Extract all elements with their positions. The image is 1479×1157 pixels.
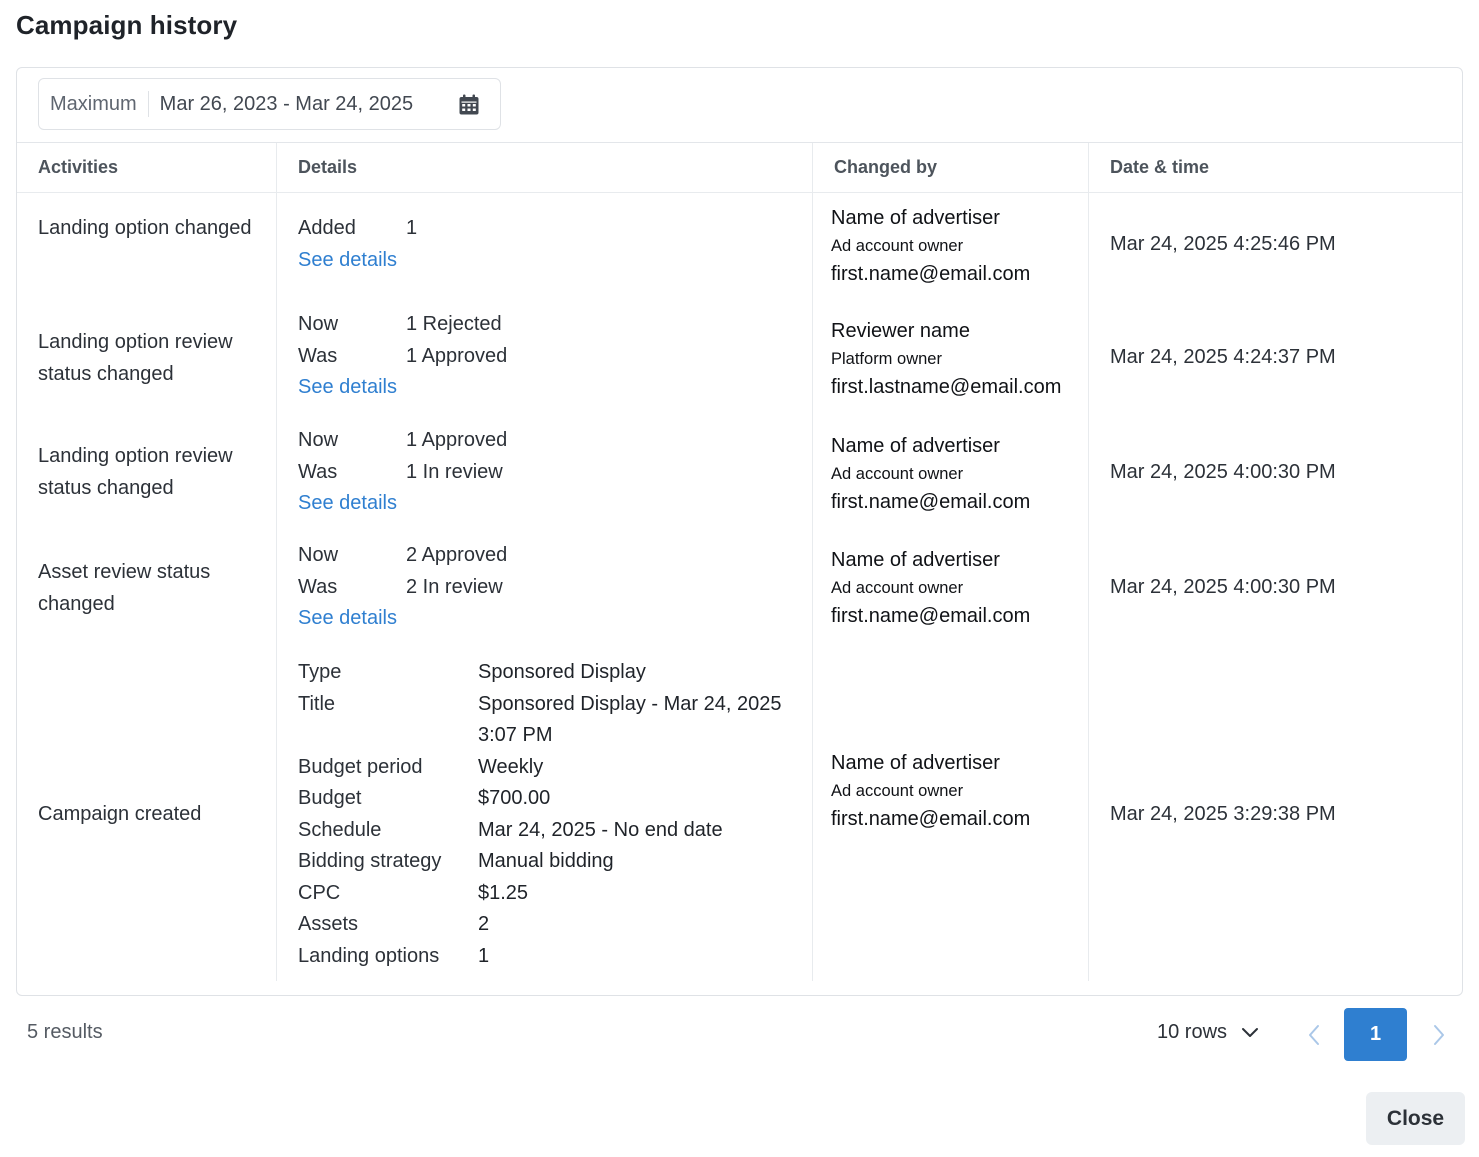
date-time: Mar 24, 2025 4:25:46 PM	[1110, 233, 1336, 255]
column-divider	[812, 142, 813, 981]
detail-value: Manual bidding	[478, 850, 614, 872]
page-title: Campaign history	[16, 10, 238, 40]
date-preset[interactable]: Maximum	[39, 91, 149, 117]
detail-value: 1 Approved	[406, 344, 508, 367]
detail-key: Type	[298, 661, 342, 683]
assets-count-link[interactable]: 2	[478, 909, 788, 941]
chevron-left-icon	[1309, 1025, 1319, 1045]
changed-by-role: Ad account owner	[831, 465, 964, 483]
changed-by-cell: Name of advertiser Ad account owner firs…	[831, 749, 1030, 833]
close-button[interactable]: Close	[1366, 1092, 1465, 1145]
changed-by-name: Name of advertiser	[831, 435, 1000, 457]
detail-key: CPC	[298, 881, 341, 904]
detail-value: 1 In review	[406, 460, 503, 483]
header-details: Details	[298, 157, 358, 177]
detail-value: Mar 24, 2025 - No end date	[478, 818, 723, 841]
history-panel: Maximum Mar 26, 2023 - Mar 24, 2025 Acti…	[16, 67, 1463, 996]
date-range-picker[interactable]: Maximum Mar 26, 2023 - Mar 24, 2025	[38, 78, 501, 130]
changed-by-email: first.lastname@email.com	[831, 376, 1062, 398]
see-details-link[interactable]: See details	[298, 372, 507, 404]
detail-value: 1	[406, 217, 418, 239]
details-cell: Now 2 Approved Was 2 In review See details	[298, 540, 507, 635]
detail-value: 1 Rejected	[406, 313, 502, 335]
date-range-value[interactable]: Mar 26, 2023 - Mar 24, 2025	[149, 93, 413, 116]
detail-key: Was	[298, 460, 338, 483]
changed-by-email: first.name@email.com	[831, 808, 1031, 830]
changed-by-role: Ad account owner	[831, 237, 964, 255]
detail-key: Schedule	[298, 818, 382, 841]
details-cell: Added 1 See details	[298, 213, 417, 276]
changed-by-email: first.name@email.com	[831, 491, 1031, 513]
detail-value: $1.25	[478, 881, 529, 904]
detail-value: 1 Approved	[406, 429, 508, 451]
activity-text: Landing option review status changed	[38, 445, 233, 499]
landing-options-count-link[interactable]: 1	[478, 941, 788, 973]
detail-key: Budget period	[298, 755, 423, 778]
detail-key: Now	[298, 313, 339, 335]
changed-by-cell: Name of advertiser Ad account owner firs…	[831, 204, 1030, 288]
details-cell: Type Sponsored Display Title Sponsored Dis…	[298, 657, 788, 972]
rows-per-page-value[interactable]: 10 rows	[1157, 1021, 1227, 1044]
activity-text: Landing option changed	[38, 217, 252, 239]
changed-by-name: Name of advertiser	[831, 752, 1000, 774]
detail-key: Was	[298, 575, 338, 598]
detail-value: 2 Approved	[406, 544, 508, 566]
assets-link[interactable]: Assets	[298, 909, 478, 941]
previous-page-button[interactable]	[1301, 1018, 1327, 1052]
chevron-right-icon	[1434, 1025, 1444, 1045]
changed-by-role: Platform owner	[831, 350, 942, 368]
see-details-link[interactable]: See details	[298, 245, 417, 277]
detail-key: Added	[298, 217, 356, 239]
detail-key: Now	[298, 429, 339, 451]
table-header: Activities Details Changed by Date & tim…	[17, 142, 1462, 193]
detail-key: Title	[298, 692, 336, 715]
date-time: Mar 24, 2025 3:29:38 PM	[1110, 803, 1336, 825]
changed-by-email: first.name@email.com	[831, 605, 1031, 627]
details-cell: Now 1 Approved Was 1 In review See details	[298, 425, 507, 520]
changed-by-cell: Reviewer name Platform owner first.lastn…	[831, 317, 1061, 401]
calendar-icon[interactable]	[458, 94, 480, 116]
changed-by-role: Ad account owner	[831, 579, 964, 597]
date-time: Mar 24, 2025 4:00:30 PM	[1110, 461, 1336, 483]
history-table: Activities Details Changed by Date & tim…	[17, 142, 1462, 967]
changed-by-cell: Name of advertiser Ad account owner firs…	[831, 432, 1030, 516]
page-1-button[interactable]: 1	[1344, 1008, 1407, 1061]
date-time: Mar 24, 2025 4:00:30 PM	[1110, 576, 1336, 598]
landing-options-link[interactable]: Landing options	[298, 941, 478, 973]
detail-key: Now	[298, 544, 339, 566]
results-count: 5 results	[27, 1021, 103, 1043]
chevron-down-icon[interactable]	[1241, 1027, 1259, 1039]
header-changed-by: Changed by	[834, 157, 938, 177]
rows-per-page-select[interactable]: 10 rows	[1157, 1021, 1259, 1044]
changed-by-name: Reviewer name	[831, 320, 970, 342]
activity-text: Landing option review status changed	[38, 331, 233, 385]
next-page-button[interactable]	[1426, 1018, 1452, 1052]
date-time: Mar 24, 2025 4:24:37 PM	[1110, 346, 1336, 368]
header-activities: Activities	[38, 157, 119, 177]
changed-by-cell: Name of advertiser Ad account owner firs…	[831, 546, 1030, 630]
see-details-link[interactable]: See details	[298, 603, 507, 635]
changed-by-email: first.name@email.com	[831, 263, 1031, 285]
detail-value: Weekly	[478, 755, 544, 778]
column-divider	[1088, 142, 1089, 981]
detail-value: Sponsored Display	[478, 661, 646, 683]
details-cell: Now 1 Rejected Was 1 Approved See details	[298, 309, 507, 404]
detail-key: Bidding strategy	[298, 850, 442, 872]
column-divider	[276, 142, 277, 981]
activity-text: Campaign created	[38, 803, 202, 825]
see-details-link[interactable]: See details	[298, 488, 507, 520]
detail-key: Budget	[298, 787, 362, 809]
detail-value: $700.00	[478, 787, 551, 809]
detail-value: 2 In review	[406, 575, 503, 598]
header-date-time: Date & time	[1110, 157, 1210, 177]
changed-by-name: Name of advertiser	[831, 207, 1000, 229]
changed-by-name: Name of advertiser	[831, 549, 1000, 571]
changed-by-role: Ad account owner	[831, 782, 964, 800]
detail-value: Sponsored Display - Mar 24, 2025 3:07 PM	[478, 692, 782, 747]
activity-text: Asset review status changed	[38, 561, 211, 615]
detail-key: Was	[298, 344, 338, 367]
